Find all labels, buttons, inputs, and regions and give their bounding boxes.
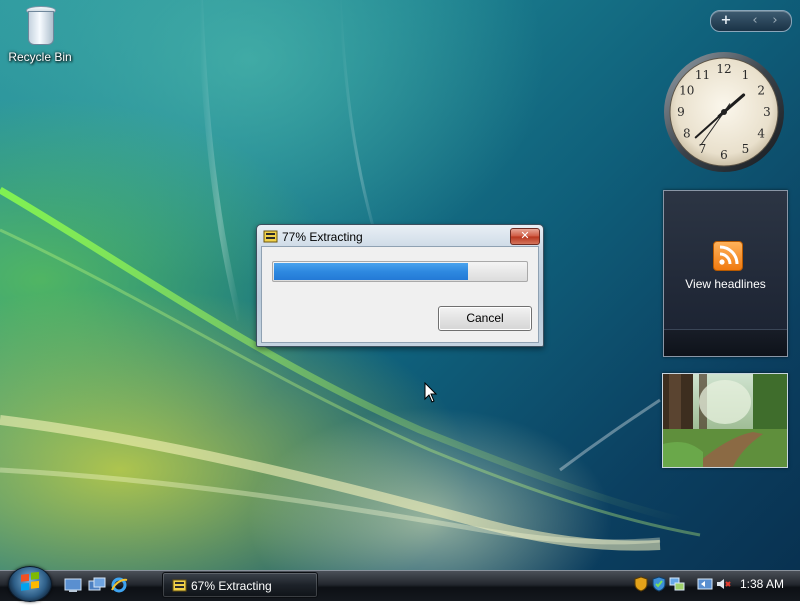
- windows-update-icon[interactable]: [651, 576, 667, 592]
- internet-explorer-icon[interactable]: [110, 577, 128, 593]
- extraction-dialog: 77% Extracting ✕ Cancel: [256, 224, 544, 347]
- archive-icon: [263, 230, 278, 243]
- muted-volume-icon[interactable]: [715, 576, 731, 592]
- dialog-body: Cancel: [261, 246, 539, 343]
- clock-numeral: 5: [742, 142, 750, 156]
- switch-windows-icon[interactable]: [88, 577, 106, 593]
- start-button[interactable]: [8, 566, 52, 602]
- clock-numeral: 10: [679, 84, 694, 98]
- feed-gadget-footer: [664, 329, 787, 356]
- progress-fill: [274, 263, 468, 280]
- network-icon[interactable]: [669, 576, 685, 592]
- forest-path-photo: [663, 374, 787, 467]
- sidebar-controls: + ‹ ›: [710, 10, 792, 32]
- clock-numeral: 2: [757, 84, 765, 98]
- close-button[interactable]: ✕: [510, 228, 540, 245]
- windows-logo-icon: [21, 571, 39, 591]
- clock-numeral: 11: [695, 68, 710, 82]
- recycle-bin-icon: [25, 4, 56, 45]
- taskbar-clock[interactable]: 1:38 AM: [740, 577, 784, 591]
- clock-numeral: 12: [716, 62, 731, 76]
- clock-face: 12 12 3 45678 9 1011: [664, 52, 784, 172]
- security-shield-icon[interactable]: [633, 576, 649, 592]
- recycle-bin-label: Recycle Bin: [8, 50, 72, 64]
- clock-numeral: 7: [699, 142, 707, 156]
- recycle-bin-shortcut[interactable]: Recycle Bin: [4, 2, 76, 72]
- taskbar-app-button[interactable]: 67% Extracting: [162, 572, 318, 598]
- sidebar-next-button[interactable]: ›: [767, 11, 783, 31]
- view-headlines-link[interactable]: View headlines: [664, 277, 787, 291]
- clock-numeral: 1: [742, 68, 750, 82]
- desktop-background: Recycle Bin + ‹ › 12 1 2 3 4 5 6 7 8 9 1…: [0, 0, 800, 600]
- taskbar-app-label: 67% Extracting: [191, 579, 272, 593]
- show-desktop-icon[interactable]: [64, 577, 82, 593]
- mouse-pointer-icon: [424, 382, 438, 403]
- clock-gadget[interactable]: 12 1 2 3 4 5 6 7 8 9 10 11: [662, 50, 786, 174]
- sidebar-prev-button[interactable]: ‹: [747, 11, 763, 31]
- clock-numeral: 3: [763, 105, 771, 119]
- dialog-title: 77% Extracting: [282, 230, 363, 244]
- feed-headlines-gadget[interactable]: View headlines: [663, 190, 788, 357]
- clock-numeral: 8: [683, 127, 691, 141]
- extraction-progress-bar: [272, 261, 528, 282]
- clock-numeral: 6: [720, 148, 728, 162]
- archive-icon: [172, 579, 187, 592]
- clock-numeral: 4: [757, 127, 765, 141]
- add-gadget-button[interactable]: +: [715, 11, 737, 31]
- cancel-button[interactable]: Cancel: [438, 306, 532, 331]
- slideshow-gadget[interactable]: [662, 373, 788, 468]
- sync-icon[interactable]: [697, 576, 713, 592]
- rss-feed-icon: [713, 241, 743, 271]
- clock-numeral: 9: [677, 105, 685, 119]
